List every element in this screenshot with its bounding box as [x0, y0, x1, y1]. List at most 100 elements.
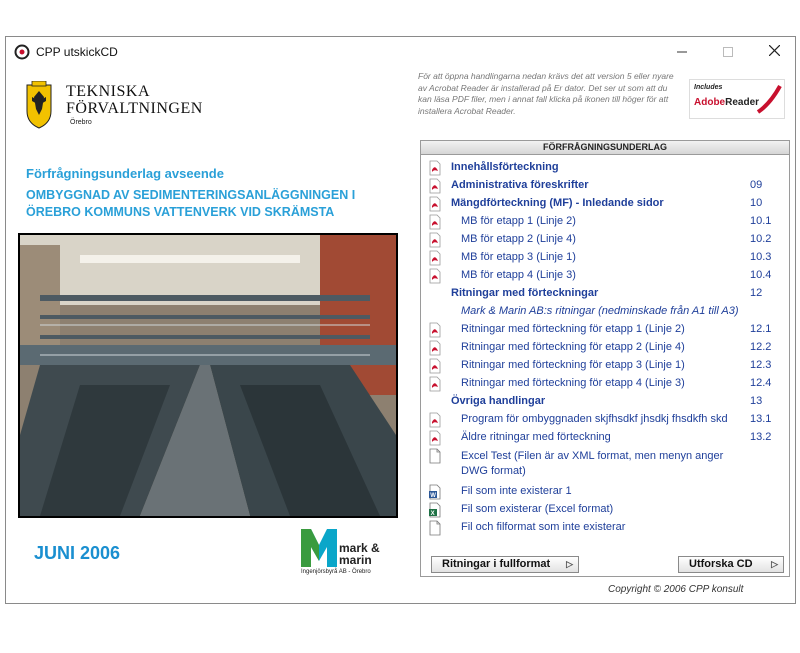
item-label: Mark & Marin AB:s ritningar (nedminskade…: [461, 305, 739, 317]
item-number: 12.2: [750, 341, 772, 353]
chevron-right-icon: ▷: [771, 559, 778, 569]
mark-marin-mark-icon: [301, 529, 337, 567]
close-button[interactable]: [751, 37, 797, 67]
list-item[interactable]: Innehållsförteckning: [421, 159, 789, 177]
list-item[interactable]: X Fil som existerar (Excel format): [421, 501, 789, 519]
drawings-fullformat-label: Ritningar i fullformat: [442, 558, 551, 570]
pdf-icon: [429, 214, 441, 230]
blank-file-icon: [429, 448, 441, 464]
pdf-icon: [429, 196, 441, 212]
app-icon: [14, 44, 30, 60]
list-item[interactable]: MB för etapp 3 (Linje 1) 10.3: [421, 249, 789, 267]
partner-name-2: marin: [339, 553, 372, 567]
subtitle: Förfrågningsunderlag avseende: [26, 166, 224, 181]
item-label: MB för etapp 1 (Linje 2): [461, 215, 576, 227]
item-number: 12.3: [750, 359, 772, 371]
list-item[interactable]: W Fil som inte existerar 1: [421, 483, 789, 501]
item-label: Ritningar med förteckning för etapp 4 (L…: [461, 377, 685, 389]
list-item[interactable]: Fil och filformat som inte existerar: [421, 519, 789, 537]
list-item[interactable]: Excel Test (Filen är av XML format, men …: [421, 447, 789, 479]
item-label: Övriga handlingar: [451, 395, 546, 407]
item-label: Mängdförteckning (MF) - Inledande sidor: [451, 197, 664, 209]
app-window: CPP utskickCD TEKNISKA FÖRVALTNINGEN Öre…: [5, 36, 796, 604]
pdf-icon: [429, 250, 441, 266]
adobe-brand: Adobe: [694, 97, 726, 108]
item-number: 10: [750, 197, 763, 209]
facility-photo-image: [20, 235, 396, 516]
list-item[interactable]: Ritningar med förteckning för etapp 2 (L…: [421, 339, 789, 357]
item-label: Ritningar med förteckningar: [451, 287, 599, 299]
list-section-heading: Övriga handlingar 13: [421, 393, 789, 411]
copyright: Copyright © 2006 CPP konsult: [608, 584, 744, 595]
item-number: 13.2: [750, 431, 772, 443]
chevron-right-icon: ▷: [566, 559, 573, 569]
item-label: MB för etapp 4 (Linje 3): [461, 269, 576, 281]
adobe-product: Reader: [725, 97, 760, 108]
minimize-button[interactable]: [659, 37, 705, 67]
item-number: 10.4: [750, 269, 772, 281]
close-icon: [768, 44, 780, 57]
word-file-icon: W: [429, 484, 441, 500]
item-label: Innehållsförteckning: [451, 161, 559, 173]
list-note: Mark & Marin AB:s ritningar (nedminskade…: [421, 303, 789, 321]
item-label: Fil som existerar (Excel format): [461, 503, 614, 515]
item-label: Äldre ritningar med förteckning: [461, 431, 611, 443]
item-label: Ritningar med förteckning för etapp 1 (L…: [461, 323, 685, 335]
item-number: 12.1: [750, 323, 772, 335]
adobe-swoosh-icon: [756, 85, 782, 114]
pdf-icon: [429, 322, 441, 338]
item-label: Ritningar med förteckning för etapp 3 (L…: [461, 359, 685, 371]
drawings-fullformat-button[interactable]: Ritningar i fullformat ▷: [431, 556, 579, 573]
documents-panel: FÖRFRÅGNINGSUNDERLAG Innehållsförtecknin…: [420, 140, 790, 577]
list-item[interactable]: Ritningar med förteckning för etapp 1 (L…: [421, 321, 789, 339]
list-section-heading: Ritningar med förteckningar 12: [421, 285, 789, 303]
item-label: Fil som inte existerar 1: [461, 485, 572, 497]
svg-text:W: W: [430, 493, 436, 499]
list-item[interactable]: Administrativa föreskrifter 09: [421, 177, 789, 195]
maximize-icon: [723, 47, 733, 57]
tekniska-forvaltningen-logo: TEKNISKA FÖRVALTNINGEN Örebro: [24, 81, 204, 133]
list-item[interactable]: MB för etapp 1 (Linje 2) 10.1: [421, 213, 789, 231]
item-number: 12.4: [750, 377, 772, 389]
item-number: 12: [750, 287, 763, 299]
blank-file-icon: [429, 520, 441, 536]
item-label: MB för etapp 2 (Linje 4): [461, 233, 576, 245]
panel-header: FÖRFRÅGNINGSUNDERLAG: [421, 141, 789, 155]
window-title: CPP utskickCD: [36, 45, 118, 59]
item-number: 10.3: [750, 251, 772, 263]
list-item[interactable]: Program för ombyggnaden skjfhsdkf jhsdkj…: [421, 411, 789, 429]
pdf-icon: [429, 268, 441, 284]
facility-photo: [18, 233, 398, 518]
list-item[interactable]: Mängdförteckning (MF) - Inledande sidor …: [421, 195, 789, 213]
pdf-icon: [429, 160, 441, 176]
explore-cd-button[interactable]: Utforska CD ▷: [678, 556, 784, 573]
pdf-icon: [429, 358, 441, 374]
mark-marin-logo: mark & marin Ingenjörsbyrå AB - Örebro: [301, 529, 391, 577]
list-item[interactable]: MB för etapp 4 (Linje 3) 10.4: [421, 267, 789, 285]
pdf-icon: [429, 376, 441, 392]
list-item[interactable]: Ritningar med förteckning för etapp 3 (L…: [421, 357, 789, 375]
list-item[interactable]: Äldre ritningar med förteckning 13.2: [421, 429, 789, 447]
item-label: Fil och filformat som inte existerar: [461, 521, 626, 533]
pdf-icon: [429, 430, 441, 446]
explore-cd-label: Utforska CD: [689, 558, 753, 570]
logo-line-3: Örebro: [70, 119, 92, 126]
pdf-icon: [429, 232, 441, 248]
item-number: 09: [750, 179, 763, 191]
coat-of-arms-icon: [26, 81, 52, 129]
pdf-icon: [429, 340, 441, 356]
title-bar[interactable]: CPP utskickCD: [6, 37, 795, 67]
item-label: Excel Test (Filen är av XML format, men …: [461, 450, 724, 477]
list-item[interactable]: MB för etapp 2 (Linje 4) 10.2: [421, 231, 789, 249]
logo-line-2: FÖRVALTNINGEN: [66, 100, 203, 117]
maximize-button[interactable]: [705, 37, 751, 67]
item-label: Ritningar med förteckning för etapp 2 (L…: [461, 341, 685, 353]
list-item[interactable]: Ritningar med förteckning för etapp 4 (L…: [421, 375, 789, 393]
item-number: 10.1: [750, 215, 772, 227]
adobe-reader-badge[interactable]: Includes AdobeReader: [689, 79, 785, 119]
item-label: Program för ombyggnaden skjfhsdkf jhsdkj…: [461, 413, 728, 425]
project-title: OMBYGGNAD AV SEDIMENTERINGSANLÄGGNINGEN …: [26, 188, 356, 219]
excel-file-icon: X: [429, 502, 441, 518]
logo-line-1: TEKNISKA: [66, 83, 150, 100]
pdf-icon: [429, 178, 441, 194]
